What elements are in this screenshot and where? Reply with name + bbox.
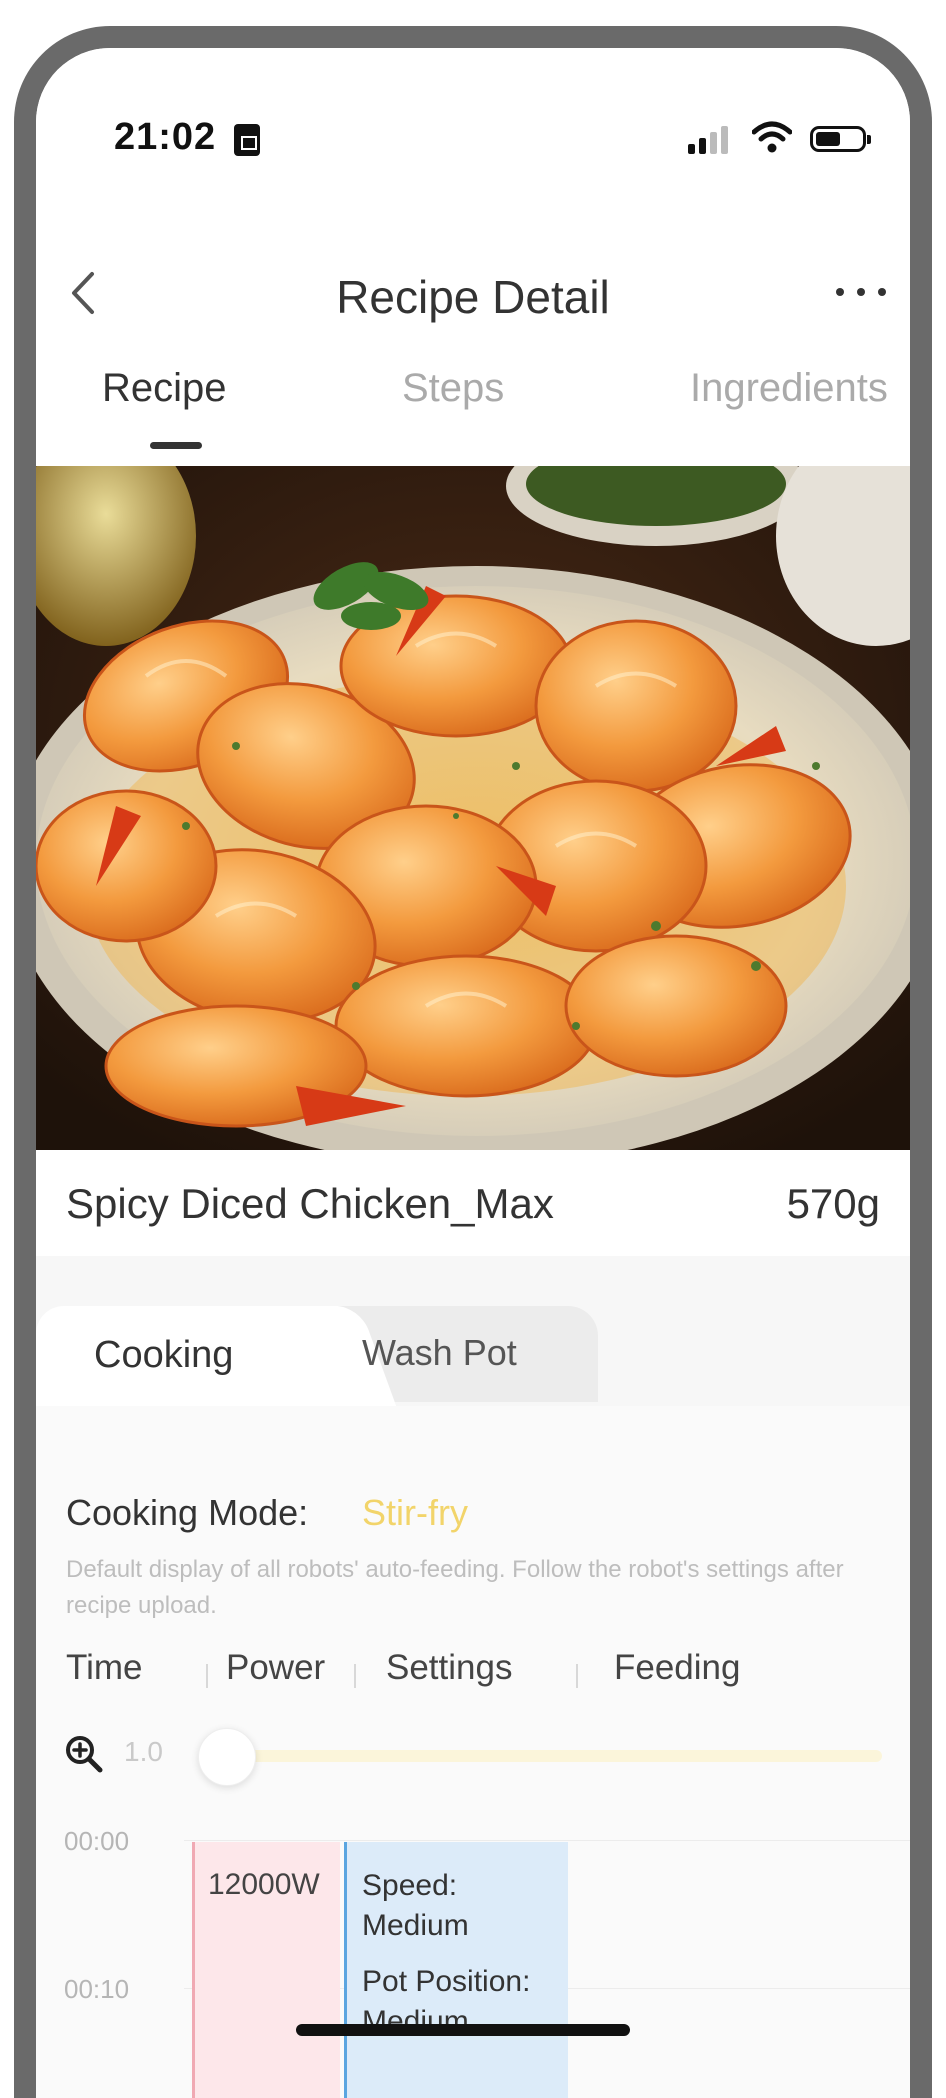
column-divider [206,1664,208,1688]
screen: 21:02 Recipe Detail Recipe Steps Ingredi… [36,48,910,2098]
tab-active-indicator [150,442,202,449]
pot-position-value: Medium [362,2005,469,2038]
zoom-in-icon[interactable] [64,1734,104,1774]
column-settings: Settings [386,1648,513,1687]
cooking-mode-label: Cooking Mode: [66,1492,309,1533]
more-options-icon[interactable] [836,288,886,300]
tab-steps[interactable]: Steps [402,366,504,411]
speed-value: Medium [362,1909,469,1942]
tab-cooking-label: Cooking [94,1334,234,1376]
page-title: Recipe Detail [336,271,610,323]
tab-ingredients[interactable]: Ingredients [690,366,888,411]
tab-recipe[interactable]: Recipe [102,366,227,411]
column-power: Power [226,1648,326,1687]
recipe-weight: 570g [786,1180,880,1227]
column-divider [354,1664,356,1688]
phone-frame: 21:02 Recipe Detail Recipe Steps Ingredi… [14,26,932,2098]
zoom-slider-track[interactable] [212,1750,882,1762]
recipe-name: Spicy Diced Chicken_Max [66,1180,554,1227]
timeline-gridline [184,1840,910,1841]
timeline-column-headers: Time Power Settings Feeding [36,1648,910,1698]
column-divider [576,1664,578,1688]
battery-icon [810,126,871,152]
cooking-mode-value[interactable]: Stir-fry [362,1492,468,1534]
signal-icon [688,126,732,154]
cooking-mode-description: Default display of all robots' auto-feed… [66,1556,844,1619]
wifi-icon [752,121,792,153]
speed-label: Speed: [362,1869,458,1902]
time-label: 00:10 [64,1974,130,2004]
power-value: 12000W [208,1868,320,1901]
time-label: 00:00 [64,1826,130,1856]
recipe-photo [36,466,910,1150]
header: Recipe Detail [36,248,910,338]
zoom-row: 1.0 [36,1728,910,1788]
tab-wash-pot-label: Wash Pot [362,1332,517,1373]
tab-bar: Recipe Steps Ingredients [36,366,910,456]
status-bar: 21:02 [36,116,910,176]
recipe-title-row: Spicy Diced Chicken_Max 570g [36,1150,910,1256]
home-indicator[interactable] [296,2024,630,2036]
status-time: 21:02 [114,116,217,158]
zoom-slider-thumb[interactable] [198,1728,256,1786]
pot-position-label: Pot Position: [362,1965,531,1998]
zoom-value: 1.0 [124,1736,163,1767]
column-time: Time [66,1648,143,1687]
sim-card-icon [234,124,260,156]
timeline: 00:00 00:10 12000W Speed: Medium Pot Pos… [36,1826,910,2098]
column-feeding: Feeding [614,1648,741,1687]
